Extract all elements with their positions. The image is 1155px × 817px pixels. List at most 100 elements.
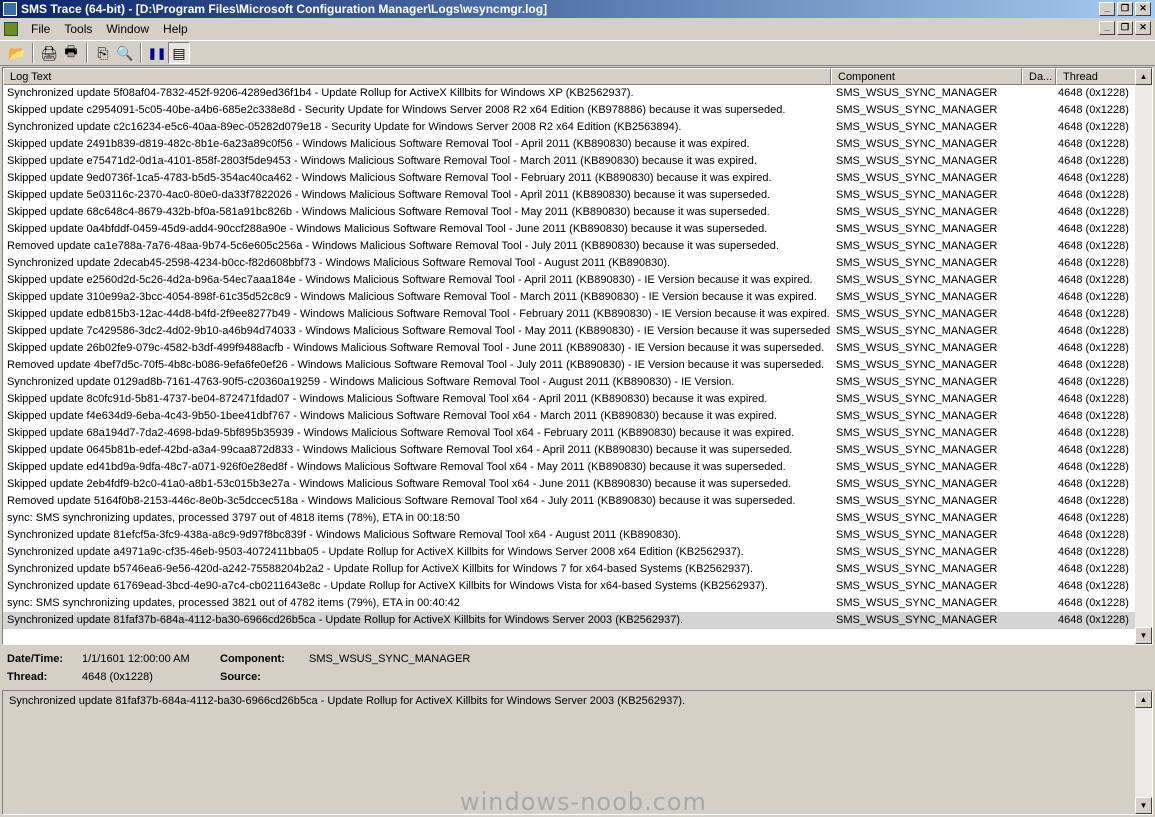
table-row[interactable]: Skipped update 310e99a2-3bcc-4054-898f-6… [3, 289, 1137, 306]
details-panel: Date/Time: 1/1/1601 12:00:00 AM Componen… [0, 650, 1155, 688]
thread-cell: 4648 (0x1228) [1058, 155, 1129, 167]
thread-cell: 4648 (0x1228) [1058, 512, 1129, 524]
table-row[interactable]: Synchronized update 61769ead-3bcd-4e90-a… [3, 578, 1137, 595]
component-cell: SMS_WSUS_SYNC_MANAGER [836, 121, 998, 133]
restore-button[interactable]: ❐ [1117, 2, 1133, 16]
date-cell [1022, 578, 1056, 595]
table-row[interactable]: Skipped update e75471d2-0d1a-4101-858f-2… [3, 153, 1137, 170]
table-row[interactable]: Skipped update f4e634d9-6eba-4c43-9b50-1… [3, 408, 1137, 425]
table-row[interactable]: Synchronized update c2c16234-e5c6-40aa-8… [3, 119, 1137, 136]
log-text-cell: sync: SMS synchronizing updates, process… [7, 512, 460, 524]
message-scrollbar[interactable]: ▲ ▼ [1135, 691, 1152, 814]
log-scrollbar[interactable]: ▲ ▼ [1135, 68, 1152, 644]
column-header-date[interactable]: Da... [1022, 68, 1056, 85]
table-row[interactable]: Skipped update 9ed0736f-1ca5-4783-b5d5-3… [3, 170, 1137, 187]
scroll-track[interactable] [1135, 85, 1152, 627]
component-cell: SMS_WSUS_SYNC_MANAGER [836, 512, 998, 524]
table-row[interactable]: Skipped update 26b02fe9-079c-4582-b3df-4… [3, 340, 1137, 357]
close-button[interactable]: ✕ [1135, 2, 1151, 16]
copy-icon[interactable]: ⎘ [92, 42, 114, 64]
table-row[interactable]: Skipped update 0645b81b-edef-42bd-a3a4-9… [3, 442, 1137, 459]
log-text-cell: Skipped update 7c429586-3dc2-4d02-9b10-a… [7, 325, 831, 337]
column-header-component[interactable]: Component [831, 68, 1022, 85]
date-cell [1022, 442, 1056, 459]
date-cell [1022, 374, 1056, 391]
log-text-cell: Skipped update 9ed0736f-1ca5-4783-b5d5-3… [7, 172, 772, 184]
menu-tools[interactable]: Tools [57, 22, 99, 36]
component-cell: SMS_WSUS_SYNC_MANAGER [836, 342, 998, 354]
column-header-thread[interactable]: Thread [1056, 68, 1137, 85]
minimize-button[interactable]: _ [1099, 2, 1115, 16]
menu-file[interactable]: File [24, 22, 57, 36]
table-row[interactable]: Skipped update 2491b839-d819-482c-8b1e-6… [3, 136, 1137, 153]
find-icon[interactable]: 🔍 [114, 42, 136, 64]
table-row[interactable]: Skipped update 68a194d7-7da2-4698-bda9-5… [3, 425, 1137, 442]
thread-cell: 4648 (0x1228) [1058, 495, 1129, 507]
table-row[interactable]: Synchronized update 81faf37b-684a-4112-b… [3, 612, 1137, 629]
component-cell: SMS_WSUS_SYNC_MANAGER [836, 580, 998, 592]
toolbar-separator [32, 43, 34, 63]
log-text-cell: Skipped update 68a194d7-7da2-4698-bda9-5… [7, 427, 795, 439]
component-cell: SMS_WSUS_SYNC_MANAGER [836, 155, 998, 167]
table-row[interactable]: Skipped update e2560d2d-5c26-4d2a-b96a-5… [3, 272, 1137, 289]
date-cell [1022, 561, 1056, 578]
table-row[interactable]: Skipped update 2eb4fdf9-b2c0-41a0-a8b1-5… [3, 476, 1137, 493]
table-row[interactable]: Synchronized update 81efcf5a-3fc9-438a-a… [3, 527, 1137, 544]
table-row[interactable]: sync: SMS synchronizing updates, process… [3, 510, 1137, 527]
table-row[interactable]: Skipped update 0a4bfddf-0459-45d9-add4-9… [3, 221, 1137, 238]
table-row[interactable]: Removed update ca1e788a-7a76-48aa-9b74-5… [3, 238, 1137, 255]
table-row[interactable]: Synchronized update 0129ad8b-7161-4763-9… [3, 374, 1137, 391]
mdi-close-button[interactable]: ✕ [1135, 21, 1151, 35]
mdi-restore-button[interactable]: ❐ [1117, 21, 1133, 35]
table-row[interactable]: Skipped update ed41bd9a-9dfa-48c7-a071-9… [3, 459, 1137, 476]
msg-scroll-up-icon[interactable]: ▲ [1135, 691, 1152, 708]
thread-cell: 4648 (0x1228) [1058, 461, 1129, 473]
table-row[interactable]: Synchronized update 2decab45-2598-4234-b… [3, 255, 1137, 272]
component-cell: SMS_WSUS_SYNC_MANAGER [836, 223, 998, 235]
scroll-down-icon[interactable]: ▼ [1135, 627, 1152, 644]
table-row[interactable]: Removed update 4bef7d5c-70f5-4b8c-b086-9… [3, 357, 1137, 374]
table-row[interactable]: Synchronized update a4971a9c-cf35-46eb-9… [3, 544, 1137, 561]
view-icon[interactable]: ▤ [168, 42, 190, 64]
table-row[interactable]: sync: SMS synchronizing updates, process… [3, 595, 1137, 612]
date-cell [1022, 544, 1056, 561]
table-row[interactable]: Skipped update edb815b3-12ac-44d8-b4fd-2… [3, 306, 1137, 323]
component-cell: SMS_WSUS_SYNC_MANAGER [836, 444, 998, 456]
msg-scroll-down-icon[interactable]: ▼ [1135, 797, 1152, 814]
print-preview-icon[interactable]: 🖨 [38, 42, 60, 64]
log-text-cell: sync: SMS synchronizing updates, process… [7, 597, 460, 609]
scroll-up-icon[interactable]: ▲ [1135, 68, 1152, 85]
log-text-cell: Skipped update e2560d2d-5c26-4d2a-b96a-5… [7, 274, 813, 286]
thread-cell: 4648 (0x1228) [1058, 104, 1129, 116]
date-cell [1022, 459, 1056, 476]
print-icon[interactable]: 🖶 [60, 42, 82, 64]
thread-cell: 4648 (0x1228) [1058, 121, 1129, 133]
thread-cell: 4648 (0x1228) [1058, 291, 1129, 303]
document-icon[interactable] [4, 21, 18, 36]
table-row[interactable]: Skipped update 68c648c4-8679-432b-bf0a-5… [3, 204, 1137, 221]
table-row[interactable]: Synchronized update b5746ea6-9e56-420d-a… [3, 561, 1137, 578]
mdi-minimize-button[interactable]: _ [1099, 21, 1115, 35]
log-list[interactable]: Log Text Component Da... Thread Synchron… [2, 67, 1153, 645]
toolbar-separator [86, 43, 88, 63]
menu-window[interactable]: Window [99, 22, 156, 36]
column-header-log-text[interactable]: Log Text [3, 68, 831, 85]
table-row[interactable]: Skipped update c2954091-5c05-40be-a4b6-6… [3, 102, 1137, 119]
table-row[interactable]: Removed update 5164f0b8-2153-446c-8e0b-3… [3, 493, 1137, 510]
table-row[interactable]: Skipped update 5e03116c-2370-4ac0-80e0-d… [3, 187, 1137, 204]
log-text-cell: Synchronized update 5f08af04-7832-452f-9… [7, 87, 634, 99]
log-text-cell: Synchronized update b5746ea6-9e56-420d-a… [7, 563, 754, 575]
msg-scroll-track[interactable] [1135, 708, 1152, 797]
date-cell [1022, 323, 1056, 340]
thread-cell: 4648 (0x1228) [1058, 240, 1129, 252]
table-row[interactable]: Skipped update 7c429586-3dc2-4d02-9b10-a… [3, 323, 1137, 340]
pause-icon[interactable]: ❚❚ [146, 42, 168, 64]
open-folder-icon[interactable]: 📂 [6, 42, 28, 64]
menu-help[interactable]: Help [156, 22, 195, 36]
thread-cell: 4648 (0x1228) [1058, 257, 1129, 269]
thread-cell: 4648 (0x1228) [1058, 393, 1129, 405]
thread-cell: 4648 (0x1228) [1058, 376, 1129, 388]
table-row[interactable]: Skipped update 8c0fc91d-5b81-4737-be04-8… [3, 391, 1137, 408]
datetime-value: 1/1/1601 12:00:00 AM [82, 653, 190, 665]
table-row[interactable]: Synchronized update 5f08af04-7832-452f-9… [3, 85, 1137, 102]
